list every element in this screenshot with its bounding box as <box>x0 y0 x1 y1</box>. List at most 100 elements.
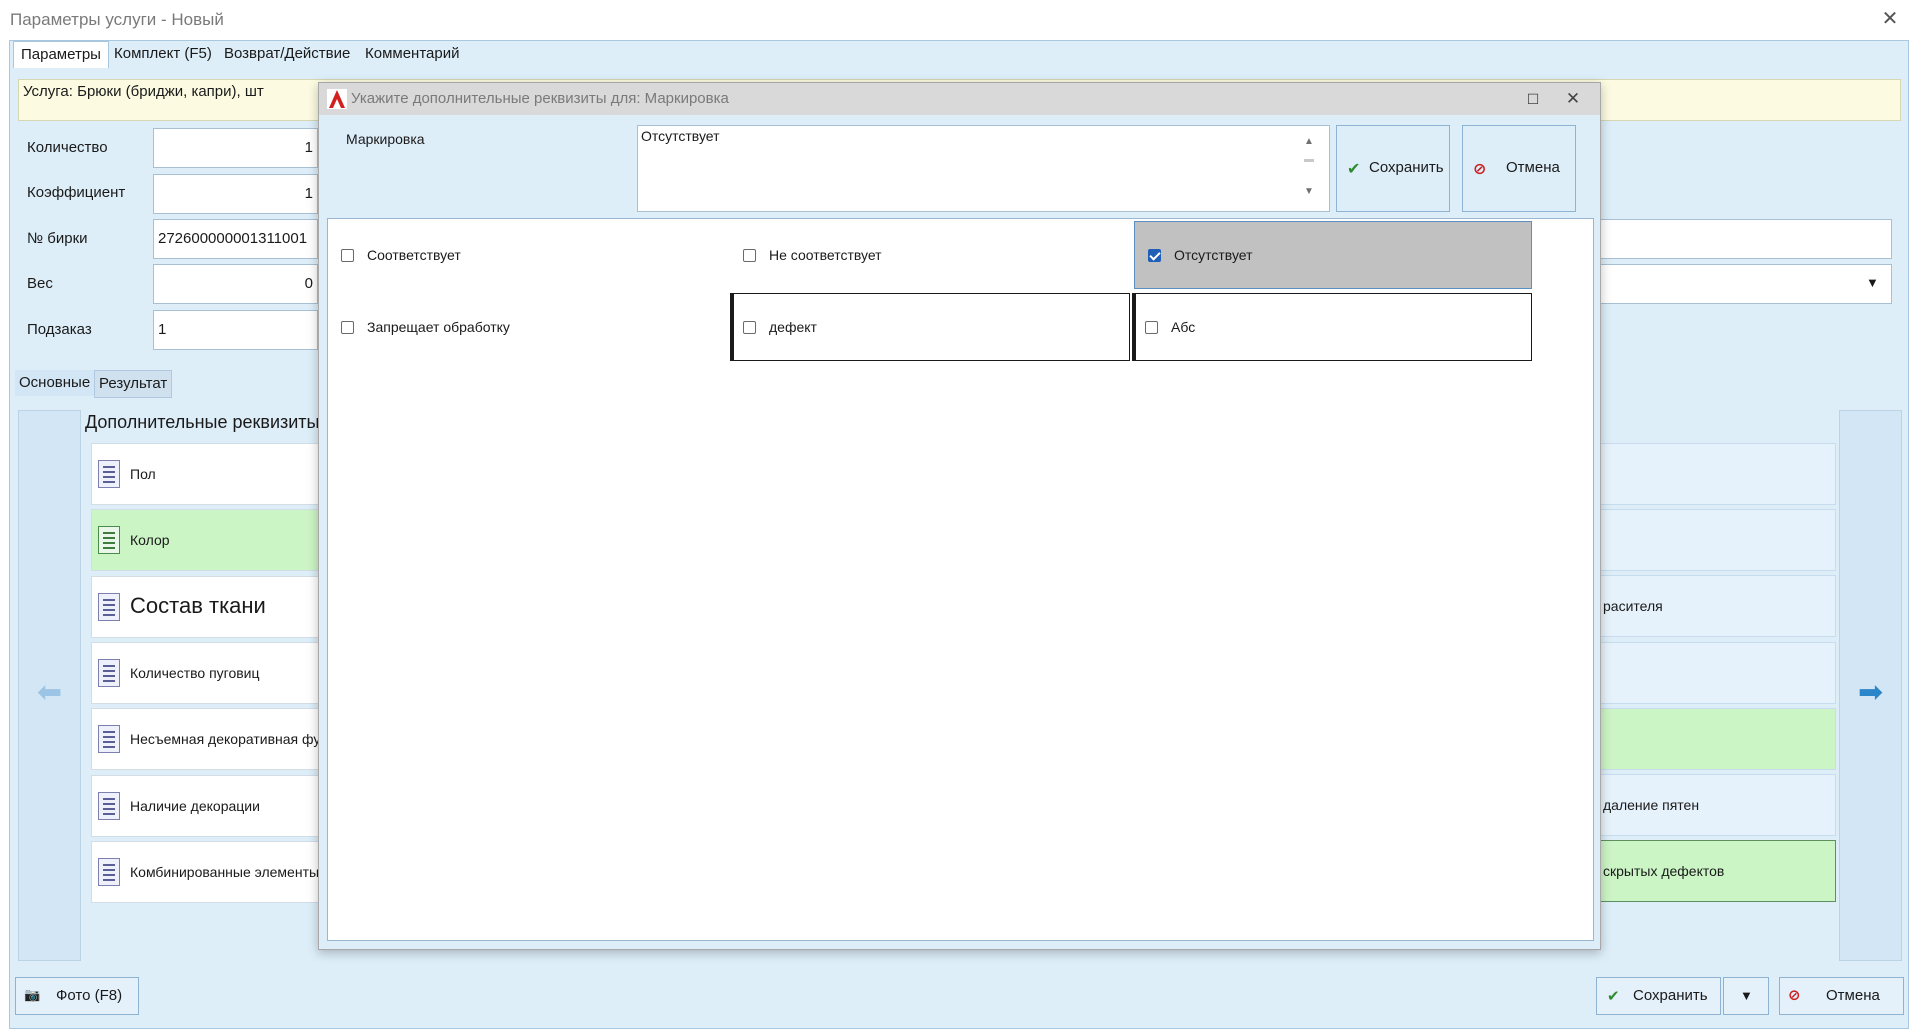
weight-input[interactable]: 0 <box>153 264 318 304</box>
option-forbids-processing[interactable]: Запрещает обработку <box>328 294 728 362</box>
window-title: Параметры услуги - Новый <box>10 10 224 29</box>
window-close-icon[interactable]: ✕ <box>1870 4 1910 34</box>
option-checkbox[interactable] <box>341 249 354 262</box>
quantity-label: Количество <box>27 139 108 156</box>
attributes-heading: Дополнительные реквизиты <box>85 412 320 432</box>
right-attribute-item[interactable]: скрытых дефектов <box>1598 840 1836 902</box>
dialog-save-button[interactable]: ✔ Сохранить <box>1336 125 1450 212</box>
dialog-title: Укажите дополнительные реквизиты для: Ма… <box>351 90 729 107</box>
attribute-item-buttons[interactable]: Количество пуговиц <box>91 642 321 704</box>
marking-memo[interactable]: Отсутствует ▲ ▬ ▼ <box>637 125 1330 212</box>
option-checkbox[interactable] <box>1145 321 1158 334</box>
option-label: Абс <box>1171 319 1196 335</box>
option-abs[interactable]: Абс <box>1132 293 1532 361</box>
attribute-label: Комбинированные элементы <box>130 864 320 880</box>
list-icon <box>98 460 120 488</box>
list-icon <box>98 725 120 753</box>
dialog-cancel-button[interactable]: ⊘ Отмена <box>1462 125 1576 212</box>
option-checkbox[interactable] <box>341 321 354 334</box>
option-absent[interactable]: Отсутствует <box>1134 221 1532 289</box>
marking-label: Маркировка <box>346 131 425 147</box>
right-attribute-item[interactable] <box>1598 443 1836 505</box>
tab-comment[interactable]: Комментарий <box>358 41 466 67</box>
save-button-label: Сохранить <box>1633 987 1708 1004</box>
checkmark-icon: ✔ <box>1347 161 1361 178</box>
attribute-label: Колор <box>130 532 170 548</box>
scroll-down-icon[interactable]: ▼ <box>1304 186 1314 197</box>
scroll-thumb[interactable]: ▬ <box>1304 154 1314 165</box>
option-defect[interactable]: дефект <box>730 293 1130 361</box>
dialog-save-label: Сохранить <box>1369 159 1444 176</box>
attribute-label: Состав ткани <box>130 593 266 618</box>
tag-number-input[interactable]: 272600000001311001 <box>153 219 318 259</box>
right-attribute-label: даление пятен <box>1603 797 1700 813</box>
nav-prev-panel[interactable]: ⬅ <box>18 410 81 961</box>
right-input[interactable] <box>1598 219 1892 259</box>
coefficient-input[interactable]: 1 <box>153 174 318 214</box>
tag-number-label: № бирки <box>27 230 88 247</box>
tab-parameters[interactable]: Параметры <box>13 41 109 68</box>
cancel-button[interactable]: ⊘ Отмена <box>1779 977 1904 1015</box>
subtab-result[interactable]: Результат <box>94 370 173 398</box>
dialog-titlebar: Укажите дополнительные реквизиты для: Ма… <box>319 83 1600 115</box>
right-attribute-item[interactable] <box>1598 509 1836 571</box>
list-icon <box>98 792 120 820</box>
attribute-item-color[interactable]: Колор <box>91 509 321 571</box>
list-icon <box>98 526 120 554</box>
right-attribute-label: расителя <box>1603 598 1663 614</box>
option-label: дефект <box>769 319 817 335</box>
save-options-button[interactable]: ▼ <box>1723 977 1769 1015</box>
checkmark-icon: ✔ <box>1607 988 1620 1005</box>
attribute-item-fittings[interactable]: Несъемная декоративная фурнитура <box>91 708 373 770</box>
attribute-item-gender[interactable]: Пол <box>91 443 321 505</box>
marking-memo-text: Отсутствует <box>641 128 720 144</box>
quantity-input[interactable]: 1 <box>153 128 318 168</box>
option-checkbox[interactable] <box>743 321 756 334</box>
attribute-label: Пол <box>130 466 156 482</box>
dialog-cancel-label: Отмена <box>1506 159 1560 176</box>
tab-return-action[interactable]: Возврат/Действие <box>217 41 357 67</box>
nav-next-panel[interactable]: ➡ <box>1839 410 1902 961</box>
suborder-label: Подзаказ <box>27 321 92 338</box>
option-checkbox[interactable] <box>743 249 756 262</box>
dropdown-arrow-icon[interactable]: ▼ <box>1866 275 1879 290</box>
arrow-left-icon[interactable]: ⬅ <box>37 675 62 710</box>
chevron-down-icon: ▼ <box>1740 988 1753 1003</box>
scroll-up-icon[interactable]: ▲ <box>1304 136 1314 147</box>
attribute-item-combined[interactable]: Комбинированные элементы <box>91 841 321 903</box>
photo-button[interactable]: 📷 Фото (F8) <box>15 977 139 1015</box>
arrow-right-icon[interactable]: ➡ <box>1858 675 1883 710</box>
right-attribute-item[interactable] <box>1598 642 1836 704</box>
attribute-item-fabric[interactable]: Состав ткани <box>91 576 321 638</box>
attribute-item-decoration[interactable]: Наличие декорации <box>91 775 321 837</box>
coefficient-label: Коэффициент <box>27 184 126 201</box>
list-icon <box>98 659 120 687</box>
list-icon <box>98 858 120 886</box>
option-matches[interactable]: Соответствует <box>328 222 728 290</box>
dialog-close-icon[interactable]: ✕ <box>1559 87 1587 111</box>
option-label: Соответствует <box>367 247 461 263</box>
attributes-dialog: Укажите дополнительные реквизиты для: Ма… <box>318 82 1601 950</box>
subtab-main[interactable]: Основные <box>15 370 95 396</box>
right-attribute-item[interactable] <box>1598 708 1836 770</box>
cancel-icon: ⊘ <box>1788 987 1801 1004</box>
list-icon <box>98 593 120 621</box>
cancel-button-label: Отмена <box>1826 987 1880 1004</box>
option-checkbox-checked[interactable] <box>1148 249 1161 262</box>
attribute-label: Количество пуговиц <box>130 665 260 681</box>
option-label: Не соответствует <box>769 247 882 263</box>
attribute-label: Наличие декорации <box>130 798 260 814</box>
suborder-input[interactable]: 1 <box>153 310 318 350</box>
app-logo-icon <box>327 89 347 109</box>
right-attribute-item[interactable]: даление пятен <box>1598 774 1836 836</box>
right-dropdown[interactable]: ▼ <box>1598 264 1892 304</box>
option-label: Отсутствует <box>1174 247 1253 263</box>
tab-kit[interactable]: Комплект (F5) <box>107 41 219 67</box>
option-label: Запрещает обработку <box>367 319 510 335</box>
cancel-icon: ⊘ <box>1473 161 1487 178</box>
maximize-icon[interactable]: ☐ <box>1519 87 1547 111</box>
right-attribute-item[interactable]: расителя <box>1598 575 1836 637</box>
window-titlebar: Параметры услуги - Новый ✕ <box>0 0 1920 40</box>
save-button[interactable]: ✔ Сохранить <box>1596 977 1721 1015</box>
option-not-matches[interactable]: Не соответствует <box>730 222 1130 290</box>
